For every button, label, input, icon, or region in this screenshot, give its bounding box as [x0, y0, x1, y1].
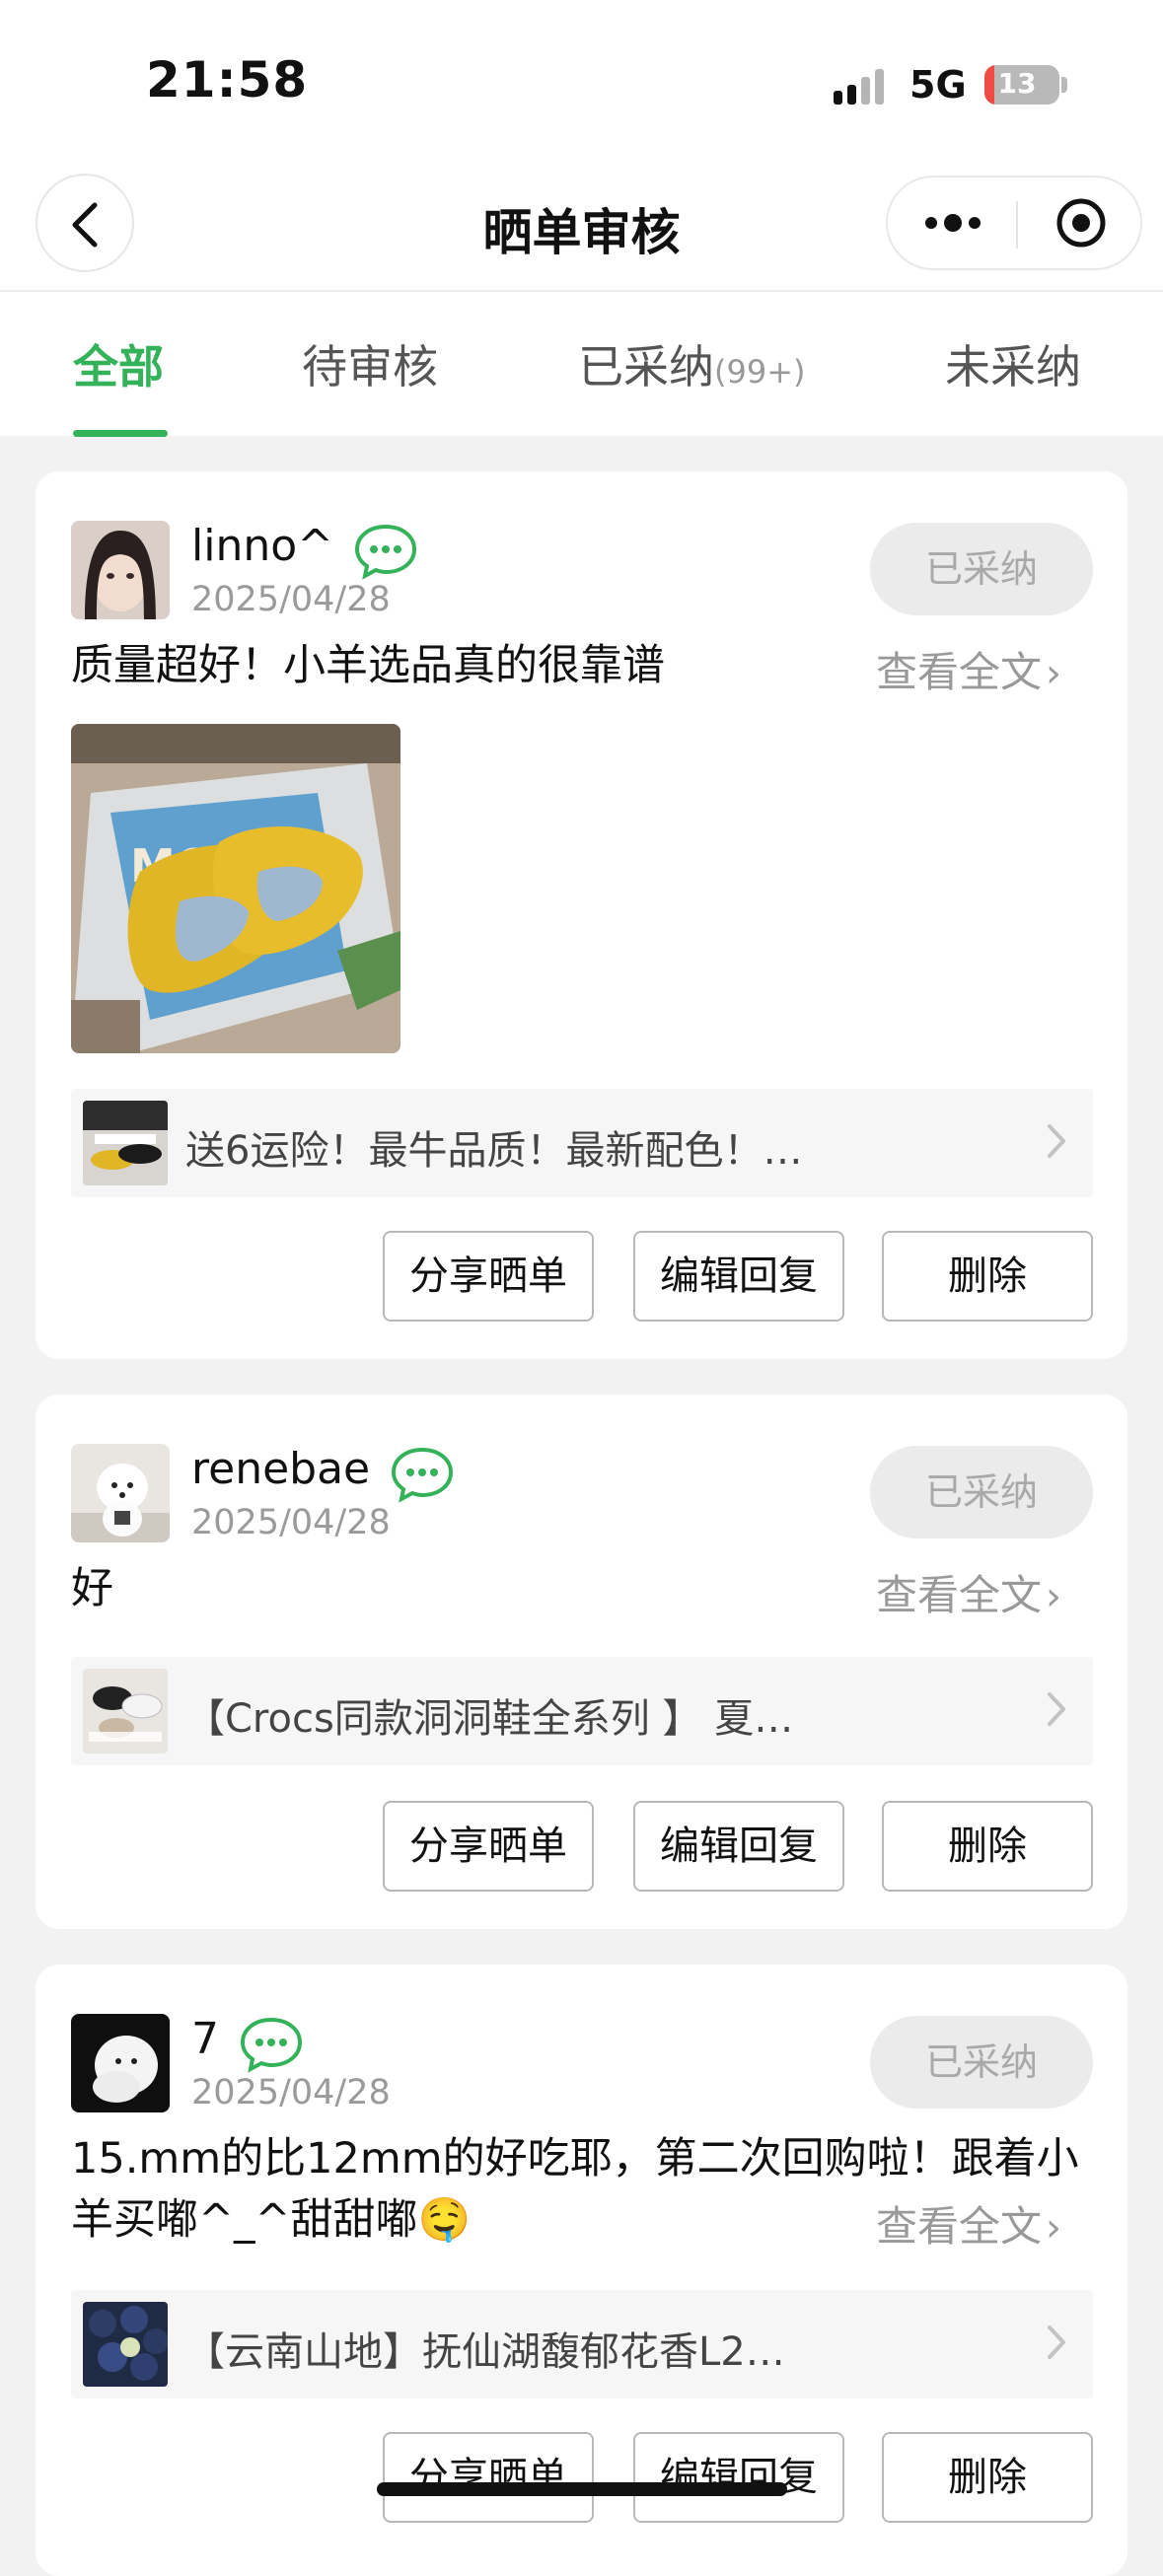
signal-icon — [834, 69, 884, 105]
read-more-label: 查看全文 — [876, 648, 1043, 696]
battery-cap — [1061, 77, 1067, 93]
product-link[interactable]: 【云南山地】抚仙湖馥郁花香L2… — [71, 2290, 1093, 2398]
tab-not-adopted[interactable]: 未采纳 — [945, 331, 1081, 396]
product-title: 送6运险！最牛品质！最新配色！… — [185, 1128, 803, 1174]
read-more-link[interactable]: 查看全文 › — [876, 2193, 1061, 2254]
tab-label: 待审核 — [302, 340, 438, 394]
close-button[interactable] — [1018, 178, 1142, 268]
status-badge: 已采纳 — [870, 2016, 1093, 2109]
chevron-right-icon — [1048, 1124, 1065, 1158]
post-text: 质量超好！小羊选品真的很靠谱 — [71, 641, 665, 690]
nav-bar: 晒单审核 — [0, 168, 1163, 290]
active-tab-indicator — [73, 430, 168, 437]
status-badge: 已采纳 — [870, 1446, 1093, 1538]
share-review-button[interactable]: 分享晒单 — [383, 1801, 594, 1892]
product-thumbnail — [83, 1669, 168, 1753]
review-card: linno^ 2025/04/28 已采纳 质量超好！小羊选品真的很靠谱 查看全… — [36, 471, 1127, 1359]
delete-button[interactable]: 删除 — [882, 1801, 1093, 1892]
battery-percent: 13 — [997, 67, 1037, 100]
edit-reply-button[interactable]: 编辑回复 — [633, 1801, 844, 1892]
avatar-image — [71, 1444, 170, 1542]
chevron-right-icon — [1048, 2326, 1065, 2359]
tab-label: 全部 — [73, 340, 164, 394]
chat-icon[interactable] — [353, 523, 418, 580]
tab-count-badge: (99+) — [714, 353, 806, 391]
status-badge: 已采纳 — [870, 523, 1093, 615]
tab-adopted[interactable]: 已采纳(99+) — [578, 331, 806, 396]
post-date: 2025/04/28 — [191, 2073, 391, 2112]
network-label: 5G — [909, 63, 967, 107]
read-more-link[interactable]: 查看全文 › — [876, 639, 1061, 699]
avatar[interactable] — [71, 521, 170, 619]
avatar[interactable] — [71, 2014, 170, 2112]
back-icon — [72, 202, 98, 248]
close-target-icon — [1056, 198, 1106, 248]
tab-pending[interactable]: 待审核 — [302, 331, 438, 396]
post-date: 2025/04/28 — [191, 580, 391, 619]
product-thumbnail — [83, 2302, 168, 2387]
chevron-right-icon: › — [1046, 2205, 1062, 2251]
status-bar: 21:58 5G 13 — [0, 0, 1163, 168]
tab-all[interactable]: 全部 — [73, 331, 164, 396]
avatar[interactable] — [71, 1444, 170, 1542]
post-date: 2025/04/28 — [191, 1503, 391, 1542]
post-text: 好 — [71, 1564, 113, 1613]
chevron-right-icon — [1048, 1692, 1065, 1726]
share-review-button[interactable]: 分享晒单 — [383, 2432, 594, 2523]
product-title: 【Crocs同款洞洞鞋全系列 】 夏… — [185, 1696, 794, 1742]
review-card: renebae 2025/04/28 已采纳 好 查看全文 › 【Crocs同款洞… — [36, 1395, 1127, 1929]
avatar-image — [71, 2014, 170, 2112]
user-name: linno^ — [191, 521, 334, 571]
product-thumbnail — [83, 1101, 168, 1185]
chevron-right-icon: › — [1046, 1574, 1062, 1619]
post-photo[interactable]: MOVE — [71, 724, 400, 1053]
tab-label: 未采纳 — [945, 340, 1081, 394]
user-name: renebae — [191, 1444, 371, 1494]
delete-button[interactable]: 删除 — [882, 1231, 1093, 1322]
read-more-label: 查看全文 — [876, 1571, 1043, 1619]
more-icon — [925, 214, 981, 232]
post-text-line-1: 15.mm的比12mm的好吃耶，第二次回购啦！跟着小 — [71, 2134, 1079, 2183]
mini-program-capsule — [886, 176, 1142, 270]
more-button[interactable] — [888, 178, 1016, 268]
battery-icon: 13 — [984, 65, 1059, 105]
tab-label: 已采纳 — [578, 340, 714, 394]
user-name: 7 — [191, 2014, 219, 2064]
post-text-line-2: 羊买嘟^_^甜甜嘟🤤 — [71, 2195, 472, 2245]
share-review-button[interactable]: 分享晒单 — [383, 1231, 594, 1322]
read-more-label: 查看全文 — [876, 2202, 1043, 2251]
product-link[interactable]: 【Crocs同款洞洞鞋全系列 】 夏… — [71, 1657, 1093, 1765]
avatar-image — [71, 521, 170, 619]
edit-reply-button[interactable]: 编辑回复 — [633, 2432, 844, 2523]
product-title: 【云南山地】抚仙湖馥郁花香L2… — [185, 2329, 785, 2375]
edit-reply-button[interactable]: 编辑回复 — [633, 1231, 844, 1322]
delete-button[interactable]: 删除 — [882, 2432, 1093, 2523]
shoes-photo: MOVE — [71, 724, 400, 1053]
back-button[interactable] — [36, 174, 134, 272]
chat-icon[interactable] — [239, 2016, 304, 2073]
home-indicator — [377, 2482, 787, 2496]
tab-bar: 全部 待审核 已采纳(99+) 未采纳 — [0, 290, 1163, 437]
read-more-link[interactable]: 查看全文 › — [876, 1562, 1061, 1622]
chevron-right-icon: › — [1046, 651, 1062, 696]
product-link[interactable]: 送6运险！最牛品质！最新配色！… — [71, 1089, 1093, 1197]
chat-icon[interactable] — [390, 1446, 455, 1503]
status-time: 21:58 — [146, 51, 309, 108]
